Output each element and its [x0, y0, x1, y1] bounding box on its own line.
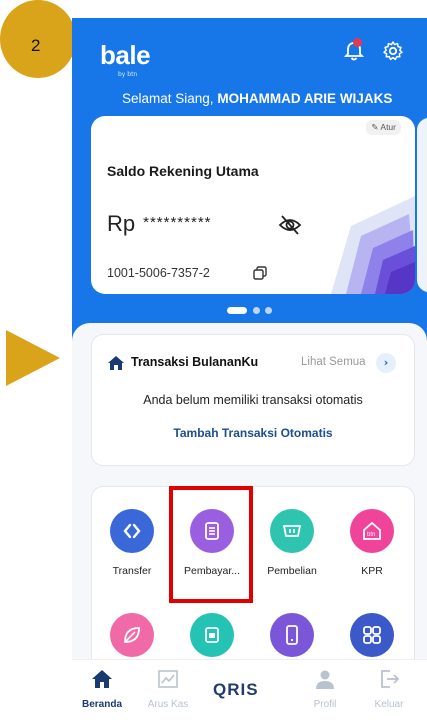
phone-screen: bale by btn Selamat Siang, MOHAMMAD ARIE… — [72, 18, 427, 722]
nav-label: Keluar — [374, 699, 404, 710]
nav-label: Profil — [313, 699, 337, 710]
nav-label: Beranda — [81, 699, 122, 710]
menu-item-transfer[interactable]: Transfer — [92, 509, 172, 577]
transactions-title: Transaksi BulananKu — [131, 355, 259, 369]
pencil-icon: ✎ — [371, 122, 379, 132]
menu-label: Transfer — [112, 565, 152, 577]
app-logo: bale — [100, 40, 151, 70]
grid-icon — [350, 613, 394, 657]
card-decoration — [331, 196, 415, 294]
profile-icon — [316, 670, 334, 689]
nav-item-profil[interactable]: Profil — [295, 668, 355, 710]
header-banner: bale by btn Selamat Siang, MOHAMMAD ARIE… — [72, 18, 427, 353]
carousel-dot-active[interactable] — [227, 307, 247, 314]
nav-item-keluar[interactable]: Keluar — [359, 668, 419, 710]
edit-card-label: Atur — [380, 122, 396, 132]
transfer-icon — [110, 509, 154, 553]
menu-item-purchase[interactable]: Pembelian — [252, 509, 332, 577]
menu-item-more[interactable] — [332, 613, 412, 657]
carousel-dot[interactable] — [265, 307, 272, 314]
bottom-nav: Beranda Arus Kas QRIS Profil Keluar — [72, 659, 427, 722]
menu-item-6[interactable] — [172, 613, 252, 657]
home-icon — [92, 670, 112, 688]
transactions-panel: Transaksi BulananKu Lihat Semua › Anda b… — [91, 334, 415, 466]
nav-item-beranda[interactable]: Beranda — [72, 668, 132, 710]
add-transaction-link[interactable]: Tambah Transaksi Otomatis — [92, 426, 414, 440]
chart-icon — [158, 670, 178, 688]
step-number: 2 — [31, 36, 41, 55]
notification-button[interactable] — [343, 38, 367, 64]
home-icon — [108, 356, 124, 370]
menu-label: Pembelian — [267, 565, 317, 577]
phone-icon — [270, 613, 314, 657]
tutorial-screenshot: 2 bale by btn Selamat Siang, MOHAMMAD AR… — [0, 0, 427, 722]
greeting-prefix: Selamat Siang, — [122, 91, 214, 106]
nav-label: Arus Kas — [147, 699, 189, 710]
menu-item-5[interactable] — [92, 613, 172, 657]
app-logo-subtitle: by btn — [118, 71, 138, 78]
logout-icon — [381, 670, 400, 688]
menu-item-kpr[interactable]: btn KPR — [332, 509, 412, 577]
svg-text:btn: btn — [367, 532, 375, 538]
pointer-arrow-icon — [6, 330, 60, 386]
next-card-peek[interactable] — [417, 118, 427, 292]
copy-icon[interactable] — [253, 266, 267, 280]
greeting-text: Selamat Siang, MOHAMMAD ARIE WIJAKS — [122, 91, 392, 106]
leaf-icon — [110, 613, 154, 657]
empty-message: Anda belum memiliki transaksi otomatis — [143, 393, 363, 407]
menu-item-7[interactable] — [252, 613, 332, 657]
settings-button[interactable] — [382, 40, 406, 64]
menu-label: KPR — [361, 565, 383, 577]
highlight-box — [169, 486, 253, 603]
currency: Rp — [107, 211, 136, 236]
gear-icon — [383, 41, 403, 61]
kpr-icon: btn — [350, 509, 394, 553]
balance-masked: ********** — [143, 214, 212, 231]
user-name: MOHAMMAD ARIE WIJAKS — [217, 91, 393, 106]
cup-icon — [190, 613, 234, 657]
step-badge: 2 — [0, 0, 76, 78]
carousel-dot[interactable] — [253, 307, 260, 314]
nav-item-arus-kas[interactable]: Arus Kas — [138, 668, 198, 710]
card-title: Saldo Rekening Utama — [107, 163, 259, 179]
nav-item-qris[interactable]: QRIS — [213, 680, 259, 700]
see-all-link[interactable]: Lihat Semua — [301, 356, 366, 368]
shopping-icon — [270, 509, 314, 553]
chevron-right-icon[interactable]: › — [376, 353, 396, 373]
notification-dot — [353, 38, 362, 47]
account-number: 1001-5006-7357-2 — [107, 266, 210, 280]
carousel-indicator — [227, 307, 277, 315]
edit-card-button[interactable]: ✎ Atur — [366, 120, 401, 135]
balance: Rp ********** — [107, 211, 212, 237]
account-card[interactable]: ✎ Atur Saldo Rekening Utama Rp **********… — [91, 116, 415, 294]
